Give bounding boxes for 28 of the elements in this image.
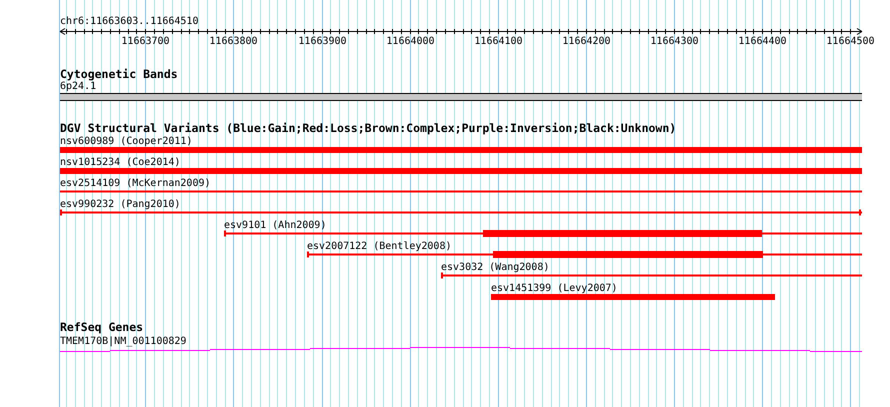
variant-feature[interactable] (441, 272, 862, 278)
variant-label: esv3032 (Wang2008) (441, 262, 550, 273)
track-title: DGV Structural Variants (Blue:Gain;Red:Loss;Brown:Complex;Purple:Inversion;Black:Unknown) (60, 121, 676, 135)
variant-label: esv2007122 (Bentley2008) (307, 241, 452, 252)
tick-label: 11664400 (738, 36, 787, 47)
tick-label: 11663700 (121, 36, 170, 47)
tick-label: 11664000 (386, 36, 435, 47)
variant-label: nsv600989 (Cooper2011) (60, 136, 192, 147)
gene-label: TMEM170B|NM_001100829 (60, 336, 186, 347)
variant-label: esv990232 (Pang2010) (60, 199, 180, 210)
variant-feature[interactable] (307, 251, 862, 258)
tick-label: 11664500 (826, 36, 875, 47)
variant-feature[interactable] (60, 210, 862, 216)
band-label: 6p24.1 (60, 81, 96, 92)
tick-label: 11663900 (298, 36, 347, 47)
ruler-range: chr6:11663603..11664510 (60, 16, 198, 27)
variant-label: esv2514109 (McKernan2009) (60, 178, 211, 189)
track-title: Cytogenetic Bands (60, 67, 178, 81)
variant-label: esv1451399 (Levy2007) (491, 283, 618, 294)
tick-label: 11664300 (650, 36, 699, 47)
variant-feature[interactable] (224, 230, 862, 237)
variant-label: nsv1015234 (Coe2014) (60, 157, 180, 168)
gene-line[interactable] (60, 347, 862, 352)
tick-label: 11664200 (562, 36, 611, 47)
tick-label: 11663800 (209, 36, 258, 47)
tick-label: 11664100 (474, 36, 523, 47)
variant-label: esv9101 (Ahn2009) (224, 220, 326, 231)
track-title: RefSeq Genes (60, 320, 144, 334)
